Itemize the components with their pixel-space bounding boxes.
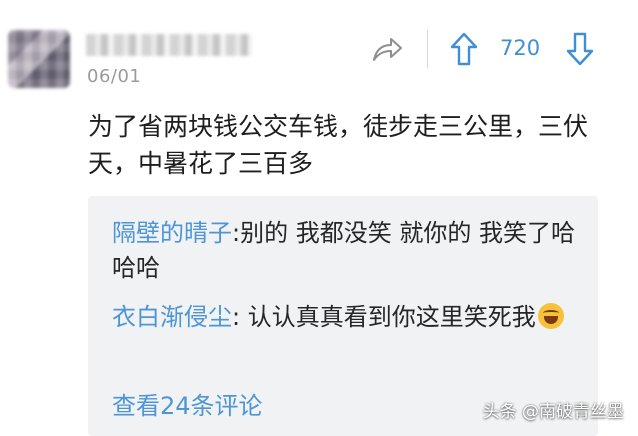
reply-text: : 认认真真看到你这里笑死我 xyxy=(232,303,536,331)
username-blurred[interactable] xyxy=(86,34,252,56)
reply-item: 隔壁的晴子:别的 我都没笑 就你的 我笑了哈哈哈 xyxy=(112,216,582,286)
reply-author[interactable]: 衣白渐侵尘 xyxy=(112,303,232,331)
upvote-icon[interactable] xyxy=(450,32,478,66)
comment-text: 为了省两块钱公交车钱，徒步走三公里，三伏天，中暑花了三百多 xyxy=(88,112,589,178)
view-all-comments-link[interactable]: 查看24条评论 xyxy=(112,386,263,421)
divider xyxy=(427,30,428,68)
laughing-tears-emoji-icon xyxy=(537,303,564,329)
post-date: 06/01 xyxy=(87,66,142,87)
reply-item: 衣白渐侵尘: 认认真真看到你这里笑死我 xyxy=(112,300,582,335)
downvote-icon[interactable] xyxy=(566,32,594,66)
vote-count: 720 xyxy=(500,36,541,60)
avatar[interactable] xyxy=(8,30,70,88)
share-icon[interactable] xyxy=(370,34,404,64)
watermark: 头条 @南破青丝墨 xyxy=(482,402,624,422)
reply-author[interactable]: 隔壁的晴子 xyxy=(112,219,232,247)
